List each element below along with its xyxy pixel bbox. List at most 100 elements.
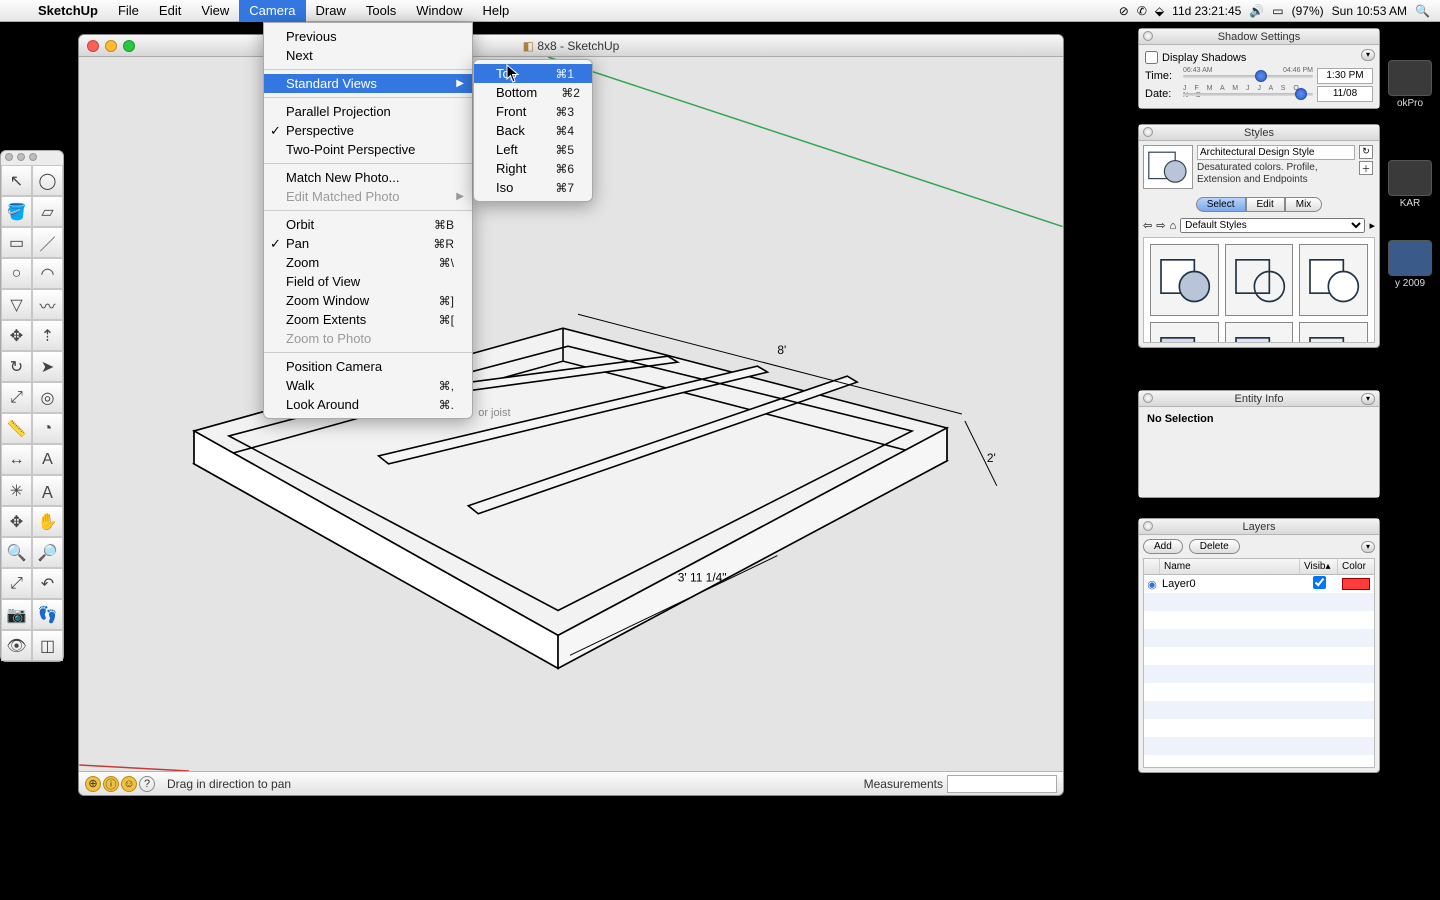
menu-next[interactable]: Next: [264, 46, 472, 65]
date-value[interactable]: 11/08: [1317, 86, 1373, 102]
menu-tools[interactable]: Tools: [356, 0, 406, 22]
tool-axes[interactable]: ✳: [1, 475, 32, 506]
tool-rectangle[interactable]: ▭: [1, 227, 32, 258]
tool-position-camera[interactable]: 📷: [1, 599, 32, 630]
delete-layer-button[interactable]: Delete: [1189, 539, 1240, 554]
panel-collapse[interactable]: [1143, 127, 1153, 137]
menu-file[interactable]: File: [108, 0, 149, 22]
bluetooth-icon[interactable]: ⊘: [1119, 4, 1129, 18]
view-left[interactable]: Left⌘5: [474, 140, 592, 159]
layer-row[interactable]: [1144, 737, 1374, 755]
style-name-input[interactable]: [1197, 145, 1355, 160]
menu-draw[interactable]: Draw: [306, 0, 356, 22]
styles-panel[interactable]: Styles Desaturated colors. Profile, Exte…: [1138, 124, 1380, 348]
shadow-settings-panel[interactable]: Shadow Settings ▾ Display Shadows Time: …: [1138, 28, 1380, 109]
layer-row[interactable]: [1144, 611, 1374, 629]
tool-orbit2[interactable]: ✥: [1, 506, 32, 537]
tool-3dtext[interactable]: Ａ: [32, 475, 63, 506]
nav-home-icon[interactable]: ⌂: [1169, 220, 1176, 232]
menu-field-of-view[interactable]: Field of View: [264, 272, 472, 291]
entity-info-panel[interactable]: Entity Info ▾ No Selection: [1138, 390, 1380, 498]
tool-freehand[interactable]: 〰: [32, 289, 63, 320]
layers-menu-icon[interactable]: ▾: [1361, 541, 1375, 553]
tool-zoom-extents[interactable]: ⤢: [1, 568, 32, 599]
layer-row[interactable]: [1144, 683, 1374, 701]
style-update-icon[interactable]: ↻: [1359, 145, 1373, 159]
zoom-button[interactable]: [123, 40, 135, 52]
tool-select[interactable]: ↖: [1, 165, 32, 196]
style-create-icon[interactable]: ＋: [1359, 161, 1373, 175]
tool-previous-view[interactable]: ↶: [32, 568, 63, 599]
menu-zoom[interactable]: Zoom⌘\: [264, 253, 472, 272]
nav-back-icon[interactable]: ⇦: [1143, 219, 1152, 232]
menu-help[interactable]: Help: [472, 0, 519, 22]
tool-line[interactable]: ／: [32, 227, 63, 258]
battery-icon[interactable]: ▭: [1272, 4, 1283, 18]
shadow-expand[interactable]: ▾: [1361, 49, 1375, 61]
layer-row[interactable]: [1144, 593, 1374, 611]
tool-pan[interactable]: ✋: [32, 506, 63, 537]
entity-expand[interactable]: ▾: [1361, 393, 1375, 405]
display-shadows-checkbox[interactable]: [1145, 51, 1158, 64]
tool-palette[interactable]: ↖◯🪣▱▭／○◠▽〰✥⇡↻➤⤢◎📏◔↔A✳Ａ✥✋🔍🔎⤢↶📷👣👁◫: [0, 150, 64, 662]
tool-arc[interactable]: ◠: [32, 258, 63, 289]
tool-text[interactable]: A: [32, 444, 63, 475]
tool-move[interactable]: ✥: [1, 320, 32, 351]
style-thumb-item[interactable]: [1225, 322, 1294, 343]
layer-row[interactable]: [1144, 701, 1374, 719]
menu-zoom-extents[interactable]: Zoom Extents⌘[: [264, 310, 472, 329]
current-style-thumb[interactable]: [1143, 145, 1193, 189]
help-icon[interactable]: ?: [139, 776, 155, 792]
menu-edit[interactable]: Edit: [149, 0, 191, 22]
measurements-input[interactable]: [947, 775, 1057, 793]
menu-parallel-projection[interactable]: Parallel Projection: [264, 102, 472, 121]
menu-zoom-window[interactable]: Zoom Window⌘]: [264, 291, 472, 310]
tool-zoom-window[interactable]: 🔎: [32, 537, 63, 568]
layers-panel[interactable]: Layers Add Delete ▾ Name Visib▴ Color ◉L…: [1138, 518, 1380, 773]
layer-row[interactable]: [1144, 665, 1374, 683]
style-thumb-item[interactable]: [1225, 244, 1294, 316]
phone-icon[interactable]: ✆: [1137, 4, 1147, 18]
time-slider[interactable]: 06:43 AM04:46 PM: [1183, 69, 1313, 83]
menu-look-around[interactable]: Look Around⌘.: [264, 395, 472, 414]
col-color[interactable]: Color: [1338, 559, 1374, 574]
tool-protractor[interactable]: ◔: [32, 413, 63, 444]
menu-view[interactable]: View: [191, 0, 239, 22]
menu-match-new-photo-[interactable]: Match New Photo...: [264, 168, 472, 187]
tool-section[interactable]: ◫: [32, 630, 63, 661]
tool-polygon[interactable]: ▽: [1, 289, 32, 320]
menu-orbit[interactable]: Orbit⌘B: [264, 215, 472, 234]
col-visible[interactable]: Visib▴: [1300, 559, 1338, 574]
credits-icon[interactable]: ⓘ: [103, 776, 119, 792]
menu-walk[interactable]: Walk⌘,: [264, 376, 472, 395]
tool-eraser[interactable]: ▱: [32, 196, 63, 227]
style-thumb-item[interactable]: [1150, 244, 1219, 316]
view-iso[interactable]: Iso⌘7: [474, 178, 592, 197]
menu-window[interactable]: Window: [406, 0, 472, 22]
menu-two-point-perspective[interactable]: Two-Point Perspective: [264, 140, 472, 159]
date-slider[interactable]: J F M A M J J A S O N D: [1183, 87, 1313, 101]
tool-rotate[interactable]: ↻: [1, 351, 32, 382]
panel-collapse[interactable]: [1143, 31, 1153, 41]
geo-icon[interactable]: ⊕: [85, 776, 101, 792]
layer-row[interactable]: [1144, 755, 1374, 768]
layer-row[interactable]: [1144, 629, 1374, 647]
menu-position-camera[interactable]: Position Camera: [264, 357, 472, 376]
panel-collapse[interactable]: [1143, 393, 1153, 403]
volume-icon[interactable]: 🔊: [1249, 4, 1264, 18]
col-name[interactable]: Name: [1160, 559, 1300, 574]
layer-row[interactable]: [1144, 719, 1374, 737]
desktop-folder-icon[interactable]: y 2009: [1386, 240, 1434, 289]
tab-edit[interactable]: Edit: [1246, 197, 1285, 212]
style-collection-select[interactable]: Default Styles: [1180, 218, 1365, 233]
tool-pushpull[interactable]: ⇡: [32, 320, 63, 351]
tool-followme[interactable]: ➤: [32, 351, 63, 382]
view-top[interactable]: Top⌘1: [474, 64, 592, 83]
tab-select[interactable]: Select: [1196, 197, 1246, 212]
clock[interactable]: Sun 10:53 AM: [1332, 4, 1407, 18]
tool-walk[interactable]: 👣: [32, 599, 63, 630]
spotlight-icon[interactable]: 🔍: [1415, 4, 1430, 18]
close-button[interactable]: [87, 40, 99, 52]
panel-collapse[interactable]: [1143, 521, 1153, 531]
nav-details-icon[interactable]: ▸: [1369, 219, 1375, 232]
